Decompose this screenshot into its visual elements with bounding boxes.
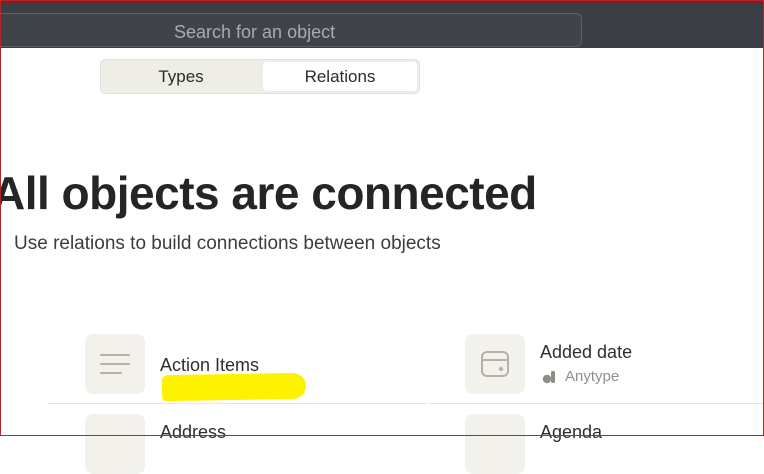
yellow-highlight-mark [161,372,307,402]
relation-action-items[interactable]: Action Items [160,355,259,376]
divider [48,403,428,404]
page-subtitle: Use relations to build connections betwe… [14,233,441,254]
relation-agenda[interactable]: Agenda [540,422,602,443]
relation-source: Anytype [565,368,620,385]
page-title: All objects are connected [0,167,537,219]
divider [430,403,764,404]
calendar-icon[interactable] [465,334,525,394]
text-lines-icon[interactable] [85,414,145,474]
tab-switcher: Types Relations [100,59,420,94]
tab-relations[interactable]: Relations [263,62,417,91]
search-placeholder: Search for an object [174,22,336,42]
relation-address[interactable]: Address [160,422,226,443]
top-bar: Search for an object [0,0,764,48]
text-lines-icon[interactable] [85,334,145,394]
tab-types[interactable]: Types [103,62,259,91]
anytype-logo-icon [542,369,556,390]
text-lines-icon[interactable] [465,414,525,474]
relation-added-date[interactable]: Added date [540,342,632,363]
